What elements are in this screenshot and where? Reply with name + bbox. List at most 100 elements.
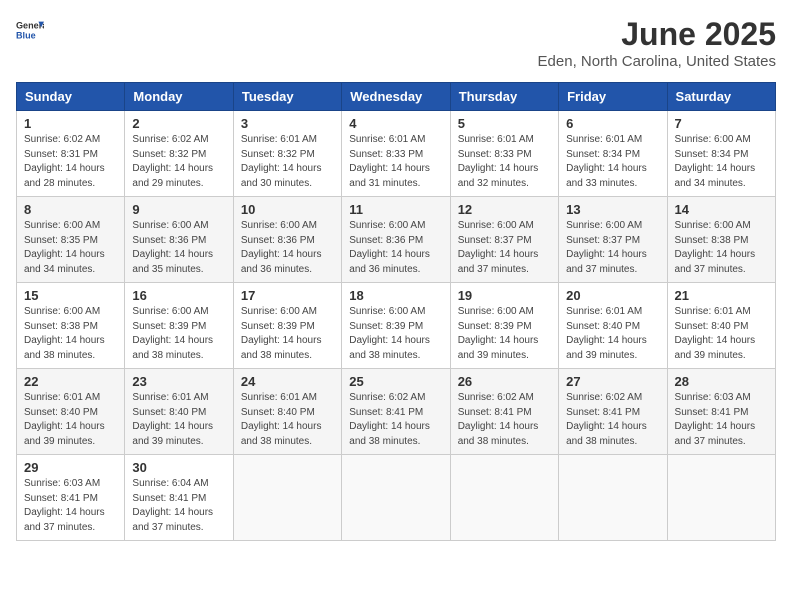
calendar-week: 22 Sunrise: 6:01 AMSunset: 8:40 PMDayligh… (17, 369, 776, 455)
calendar-cell: 26 Sunrise: 6:02 AMSunset: 8:41 PMDayligh… (450, 369, 558, 455)
calendar-cell: 14 Sunrise: 6:00 AMSunset: 8:38 PMDayligh… (667, 197, 775, 283)
day-number: 1 (24, 116, 117, 131)
day-number: 30 (132, 460, 225, 475)
day-info: Sunrise: 6:00 AMSunset: 8:39 PMDaylight:… (132, 305, 225, 363)
calendar-cell: 18Sunrise: 6:00 AMSunset: 8:39 PMDayligh… (342, 283, 450, 369)
calendar-cell: 30 Sunrise: 6:04 AMSunset: 8:41 PMDayligh… (125, 455, 233, 541)
calendar-cell: 24 Sunrise: 6:01 AMSunset: 8:40 PMDayligh… (233, 369, 341, 455)
logo-icon: General Blue (16, 16, 44, 44)
day-number: 10 (241, 202, 334, 217)
day-info: Sunrise: 6:00 AMSunset: 8:39 PMDaylight:… (241, 305, 334, 363)
day-info: Sunrise: 6:00 AMSunset: 8:38 PMDaylight:… (675, 219, 768, 277)
calendar-week: 29 Sunrise: 6:03 AMSunset: 8:41 PMDayligh… (17, 455, 776, 541)
calendar-cell: 5 Sunrise: 6:01 AMSunset: 8:33 PMDaylight… (450, 111, 558, 197)
day-number: 27 (566, 374, 659, 389)
calendar-cell: 7Sunrise: 6:00 AMSunset: 8:34 PMDaylight… (667, 111, 775, 197)
day-info: Sunrise: 6:02 AMSunset: 8:41 PMDaylight:… (349, 391, 442, 449)
day-info: Sunrise: 6:02 AMSunset: 8:31 PMDaylight:… (24, 133, 117, 191)
day-info: Sunrise: 6:01 AMSunset: 8:40 PMDaylight:… (241, 391, 334, 449)
header-day: Thursday (450, 83, 558, 111)
day-number: 5 (458, 116, 551, 131)
calendar-cell: 22 Sunrise: 6:01 AMSunset: 8:40 PMDayligh… (17, 369, 125, 455)
calendar-cell: 15 Sunrise: 6:00 AMSunset: 8:38 PMDayligh… (17, 283, 125, 369)
subtitle: Eden, North Carolina, United States (538, 53, 776, 70)
day-number: 23 (132, 374, 225, 389)
calendar-cell: 1 Sunrise: 6:02 AMSunset: 8:31 PMDaylight… (17, 111, 125, 197)
day-info: Sunrise: 6:01 AMSunset: 8:34 PMDaylight:… (566, 133, 659, 191)
svg-text:Blue: Blue (16, 30, 36, 40)
day-number: 24 (241, 374, 334, 389)
day-info: Sunrise: 6:02 AMSunset: 8:41 PMDaylight:… (566, 391, 659, 449)
day-number: 11 (349, 202, 442, 217)
day-info: Sunrise: 6:01 AMSunset: 8:40 PMDaylight:… (675, 305, 768, 363)
calendar-cell: 27 Sunrise: 6:02 AMSunset: 8:41 PMDayligh… (559, 369, 667, 455)
day-number: 29 (24, 460, 117, 475)
header-day: Sunday (17, 83, 125, 111)
header: General Blue June 2025 Eden, North Carol… (16, 16, 776, 70)
calendar-cell (667, 455, 775, 541)
calendar-cell: 21Sunrise: 6:01 AMSunset: 8:40 PMDayligh… (667, 283, 775, 369)
calendar-cell: 25Sunrise: 6:02 AMSunset: 8:41 PMDayligh… (342, 369, 450, 455)
day-number: 2 (132, 116, 225, 131)
day-number: 16 (132, 288, 225, 303)
day-number: 14 (675, 202, 768, 217)
calendar-cell: 28 Sunrise: 6:03 AMSunset: 8:41 PMDayligh… (667, 369, 775, 455)
day-info: Sunrise: 6:00 AMSunset: 8:36 PMDaylight:… (241, 219, 334, 277)
calendar-cell: 2 Sunrise: 6:02 AMSunset: 8:32 PMDaylight… (125, 111, 233, 197)
calendar-cell: 6Sunrise: 6:01 AMSunset: 8:34 PMDaylight… (559, 111, 667, 197)
day-info: Sunrise: 6:01 AMSunset: 8:40 PMDaylight:… (566, 305, 659, 363)
day-info: Sunrise: 6:00 AMSunset: 8:36 PMDaylight:… (349, 219, 442, 277)
day-number: 26 (458, 374, 551, 389)
calendar-cell: 17 Sunrise: 6:00 AMSunset: 8:39 PMDayligh… (233, 283, 341, 369)
day-number: 17 (241, 288, 334, 303)
day-info: Sunrise: 6:00 AMSunset: 8:35 PMDaylight:… (24, 219, 117, 277)
calendar-week: 15 Sunrise: 6:00 AMSunset: 8:38 PMDayligh… (17, 283, 776, 369)
day-info: Sunrise: 6:00 AMSunset: 8:39 PMDaylight:… (349, 305, 442, 363)
day-number: 4 (349, 116, 442, 131)
logo: General Blue (16, 16, 44, 44)
day-info: Sunrise: 6:00 AMSunset: 8:39 PMDaylight:… (458, 305, 551, 363)
main-title: June 2025 (538, 16, 776, 53)
day-info: Sunrise: 6:00 AMSunset: 8:37 PMDaylight:… (458, 219, 551, 277)
day-number: 20 (566, 288, 659, 303)
calendar-cell (233, 455, 341, 541)
calendar-cell: 10 Sunrise: 6:00 AMSunset: 8:36 PMDayligh… (233, 197, 341, 283)
day-info: Sunrise: 6:04 AMSunset: 8:41 PMDaylight:… (132, 477, 225, 535)
header-day: Friday (559, 83, 667, 111)
day-info: Sunrise: 6:00 AMSunset: 8:38 PMDaylight:… (24, 305, 117, 363)
day-info: Sunrise: 6:00 AMSunset: 8:34 PMDaylight:… (675, 133, 768, 191)
calendar-cell (559, 455, 667, 541)
calendar-cell: 3 Sunrise: 6:01 AMSunset: 8:32 PMDaylight… (233, 111, 341, 197)
calendar-cell: 20 Sunrise: 6:01 AMSunset: 8:40 PMDayligh… (559, 283, 667, 369)
header-day: Monday (125, 83, 233, 111)
day-info: Sunrise: 6:03 AMSunset: 8:41 PMDaylight:… (24, 477, 117, 535)
calendar: SundayMondayTuesdayWednesdayThursdayFrid… (16, 82, 776, 541)
title-area: June 2025 Eden, North Carolina, United S… (538, 16, 776, 70)
calendar-cell: 13Sunrise: 6:00 AMSunset: 8:37 PMDayligh… (559, 197, 667, 283)
calendar-cell: 23Sunrise: 6:01 AMSunset: 8:40 PMDayligh… (125, 369, 233, 455)
calendar-body: 1 Sunrise: 6:02 AMSunset: 8:31 PMDaylight… (17, 111, 776, 541)
calendar-cell: 9Sunrise: 6:00 AMSunset: 8:36 PMDaylight… (125, 197, 233, 283)
calendar-cell: 29 Sunrise: 6:03 AMSunset: 8:41 PMDayligh… (17, 455, 125, 541)
header-row: SundayMondayTuesdayWednesdayThursdayFrid… (17, 83, 776, 111)
day-number: 13 (566, 202, 659, 217)
header-day: Saturday (667, 83, 775, 111)
day-number: 19 (458, 288, 551, 303)
calendar-cell: 19 Sunrise: 6:00 AMSunset: 8:39 PMDayligh… (450, 283, 558, 369)
day-number: 28 (675, 374, 768, 389)
calendar-cell (342, 455, 450, 541)
calendar-cell: 8Sunrise: 6:00 AMSunset: 8:35 PMDaylight… (17, 197, 125, 283)
day-info: Sunrise: 6:02 AMSunset: 8:41 PMDaylight:… (458, 391, 551, 449)
calendar-week: 8Sunrise: 6:00 AMSunset: 8:35 PMDaylight… (17, 197, 776, 283)
calendar-cell: 16 Sunrise: 6:00 AMSunset: 8:39 PMDayligh… (125, 283, 233, 369)
day-info: Sunrise: 6:03 AMSunset: 8:41 PMDaylight:… (675, 391, 768, 449)
calendar-cell (450, 455, 558, 541)
day-number: 15 (24, 288, 117, 303)
day-info: Sunrise: 6:01 AMSunset: 8:32 PMDaylight:… (241, 133, 334, 191)
day-info: Sunrise: 6:02 AMSunset: 8:32 PMDaylight:… (132, 133, 225, 191)
day-number: 3 (241, 116, 334, 131)
day-number: 22 (24, 374, 117, 389)
header-day: Tuesday (233, 83, 341, 111)
day-info: Sunrise: 6:01 AMSunset: 8:33 PMDaylight:… (458, 133, 551, 191)
day-info: Sunrise: 6:01 AMSunset: 8:40 PMDaylight:… (24, 391, 117, 449)
